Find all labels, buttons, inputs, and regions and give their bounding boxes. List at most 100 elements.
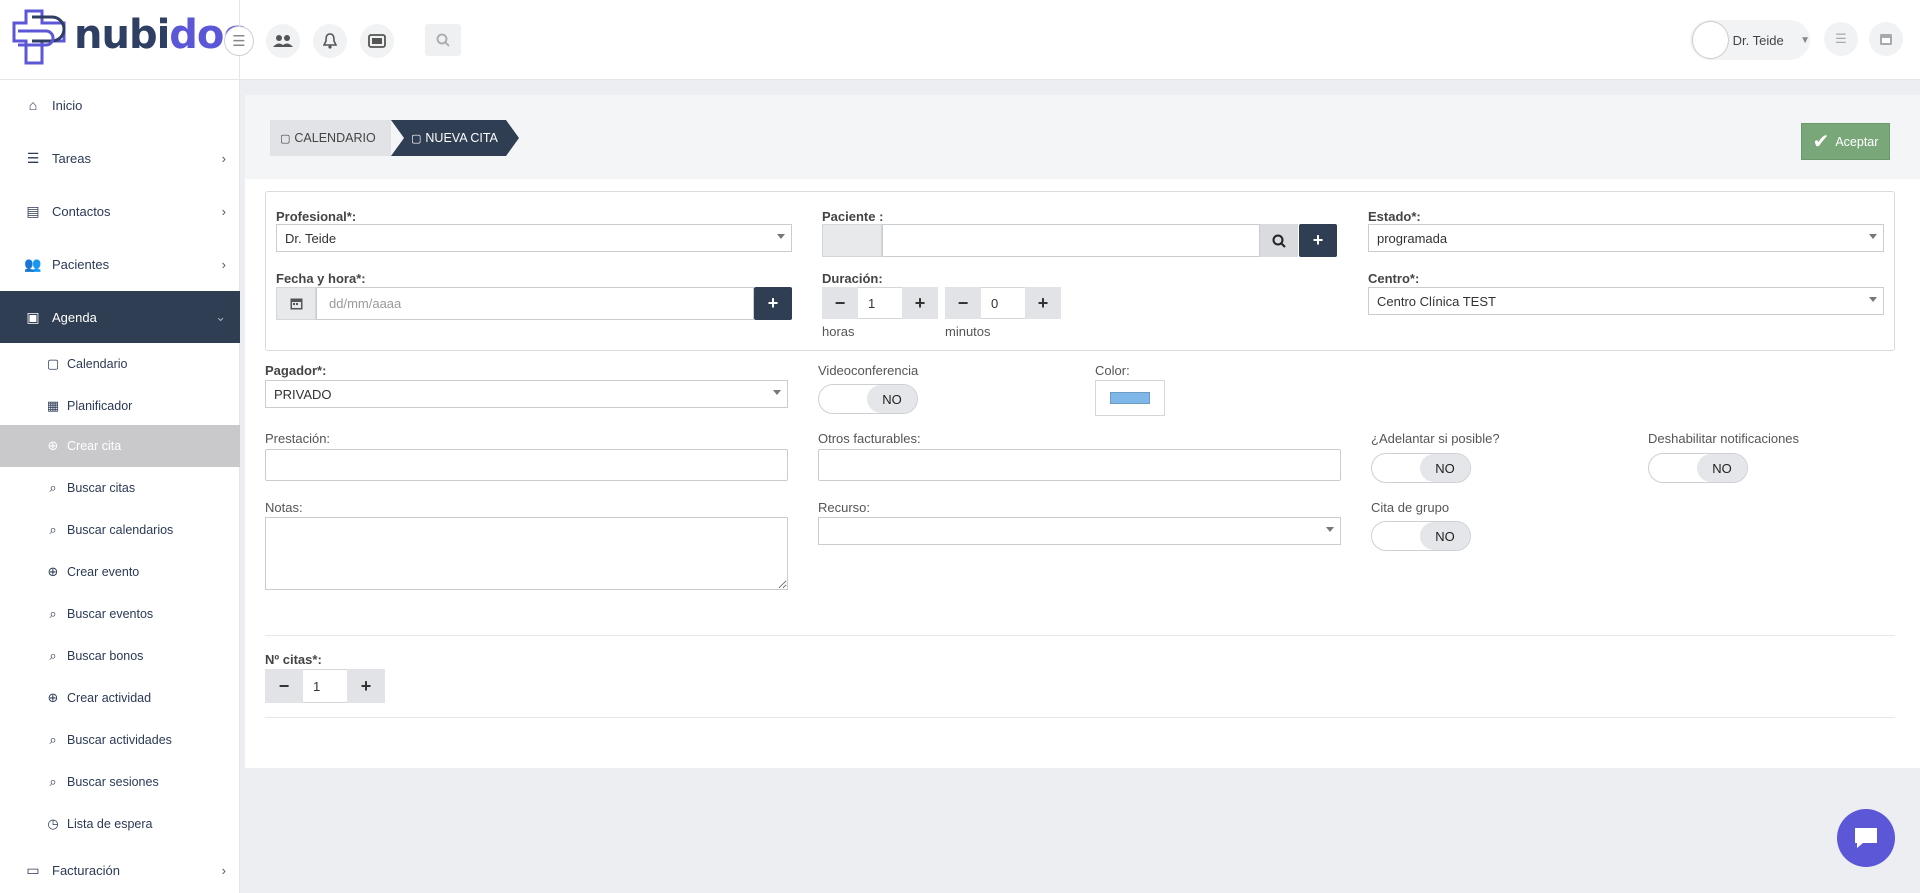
sidebar-subitem-buscar-calendarios[interactable]: ⌕ Buscar calendarios	[0, 509, 240, 551]
minus-icon: −	[834, 292, 846, 313]
pagador-label: Pagador*:	[265, 363, 327, 378]
home-icon: ⌂	[28, 97, 38, 113]
prestacion-input[interactable]	[265, 449, 788, 481]
recurso-select[interactable]	[818, 517, 1341, 545]
calendar-icon: ▢	[280, 132, 291, 145]
users-button[interactable]	[266, 24, 300, 58]
ncitas-decrement-button[interactable]: −	[265, 669, 303, 703]
sidebar-subitem-crear-evento[interactable]: ⊕ Crear evento	[0, 551, 240, 593]
minutos-input[interactable]: 0	[981, 287, 1025, 319]
user-name: Dr. Teide	[1732, 32, 1784, 48]
sidebar-item-pacientes[interactable]: 👥 Pacientes ›	[0, 239, 240, 289]
horas-increment-button[interactable]: +	[902, 287, 938, 319]
horas-label: horas	[822, 324, 855, 339]
pagador-select[interactable]: PRIVADO	[265, 380, 788, 408]
fecha-add-button[interactable]: +	[754, 287, 792, 320]
sidebar-item-inicio[interactable]: ⌂ Inicio	[0, 80, 240, 130]
sidebar-item-contactos[interactable]: ▤ Contactos ›	[0, 186, 240, 236]
search-icon: ⌕	[49, 522, 57, 537]
fecha-input[interactable]: dd/mm/aaaa	[316, 287, 754, 320]
chat-button[interactable]	[1837, 809, 1895, 867]
cita-grupo-toggle[interactable]: NO	[1371, 521, 1471, 551]
divider	[265, 635, 1895, 636]
main-fields-box: Profesional*: Dr. Teide Paciente : + Est…	[265, 191, 1895, 351]
minutos-increment-button[interactable]: +	[1025, 287, 1061, 319]
bell-icon	[323, 33, 337, 49]
color-picker[interactable]	[1095, 380, 1165, 416]
profesional-select[interactable]: Dr. Teide	[276, 224, 792, 252]
horas-decrement-button[interactable]: −	[822, 287, 858, 319]
search-icon: ⌕	[49, 606, 57, 621]
paciente-search-button[interactable]	[1260, 224, 1298, 257]
sidebar-subitem-buscar-actividades[interactable]: ⌕ Buscar actividades	[0, 719, 240, 761]
cita-grupo-label: Cita de grupo	[1371, 500, 1450, 515]
estado-select[interactable]: programada	[1368, 224, 1884, 252]
logo[interactable]: nubidoc	[12, 9, 247, 65]
sidebar-subitem-buscar-sesiones[interactable]: ⌕ Buscar sesiones	[0, 761, 240, 803]
sidebar-subitem-buscar-citas[interactable]: ⌕ Buscar citas	[0, 467, 240, 509]
users-icon: 👥	[24, 255, 42, 272]
adelantar-toggle[interactable]: NO	[1371, 453, 1471, 483]
profesional-value: Dr. Teide	[285, 230, 337, 246]
sidebar-subitem-buscar-bonos[interactable]: ⌕ Buscar bonos	[0, 635, 240, 677]
sidebar-subitem-lista-espera[interactable]: ◷ Lista de espera	[0, 803, 240, 845]
fecha-calendar-button[interactable]	[276, 287, 316, 320]
plus-icon: +	[767, 293, 779, 313]
menu-toggle-button[interactable]: ☰	[224, 26, 254, 56]
user-menu[interactable]: Dr. Teide ▼	[1690, 20, 1810, 60]
sidebar-item-label: Buscar actividades	[67, 733, 172, 747]
ncitas-increment-button[interactable]: +	[347, 669, 385, 703]
videoconferencia-toggle[interactable]: NO	[818, 384, 918, 414]
chevron-right-icon: ›	[221, 203, 226, 219]
chevron-right-icon: ›	[221, 150, 226, 166]
notifications-button[interactable]	[313, 24, 347, 58]
deshabilitar-notificaciones-toggle[interactable]: NO	[1648, 453, 1748, 483]
plus-icon: +	[1312, 230, 1324, 250]
sidebar-item-label: Tareas	[52, 150, 92, 166]
plus-circle-icon: ⊕	[47, 690, 59, 705]
fecha-label: Fecha y hora*:	[276, 271, 366, 286]
list-icon: ☰	[26, 149, 40, 166]
duracion-label: Duración:	[822, 271, 883, 286]
clock-icon: ◷	[47, 816, 59, 831]
videoconferencia-label: Videoconferencia	[818, 363, 919, 378]
search-icon: ⌕	[49, 648, 57, 663]
toggle-knob: NO	[1697, 454, 1747, 482]
list-icon: ☰	[1835, 31, 1847, 46]
otros-facturables-input[interactable]	[818, 449, 1341, 481]
sidebar-subitem-planificador[interactable]: ▦ Planificador	[0, 385, 240, 427]
minutos-decrement-button[interactable]: −	[945, 287, 981, 319]
tickets-button[interactable]	[360, 24, 394, 58]
paciente-add-button[interactable]: +	[1299, 224, 1337, 257]
sidebar-subitem-crear-actividad[interactable]: ⊕ Crear actividad	[0, 677, 240, 719]
main-panel: ▢ CALENDARIO ▢ NUEVA CITA ✔ Aceptar Profesi…	[245, 95, 1920, 768]
notas-textarea[interactable]	[265, 517, 788, 590]
sidebar-subitem-crear-cita[interactable]: ⊕ Crear cita	[0, 425, 240, 467]
horas-input[interactable]: 1	[858, 287, 902, 319]
logo-text: nubidoc	[74, 12, 247, 58]
search-icon	[436, 33, 450, 47]
sidebar-subitem-calendario[interactable]: ▢ Calendario	[0, 343, 240, 385]
centro-select[interactable]: Centro Clínica TEST	[1368, 287, 1884, 315]
check-icon: ✔	[1812, 131, 1830, 153]
sidebar-item-label: Planificador	[67, 399, 133, 413]
menu-button[interactable]: ☰	[1824, 22, 1858, 56]
breadcrumb-calendario[interactable]: ▢ CALENDARIO	[270, 120, 405, 156]
sidebar-item-label: Calendario	[67, 357, 128, 371]
chevron-down-icon	[773, 390, 781, 395]
logo-cross-icon	[12, 9, 66, 65]
calendar-icon: ▢	[46, 356, 60, 371]
sidebar-item-agenda[interactable]: ▣ Agenda ⌄	[0, 291, 240, 343]
calendar-button[interactable]	[1869, 22, 1903, 56]
sidebar-subitem-buscar-eventos[interactable]: ⌕ Buscar eventos	[0, 593, 240, 635]
sidebar-item-facturacion[interactable]: ▭ Facturación ›	[0, 847, 240, 893]
sidebar-item-label: Buscar sesiones	[67, 775, 159, 789]
sidebar-item-tareas[interactable]: ☰ Tareas ›	[0, 133, 240, 183]
calendar-icon	[290, 298, 302, 310]
otros-facturables-label: Otros facturables:	[818, 431, 921, 446]
ticket-icon	[368, 34, 386, 48]
ncitas-input[interactable]: 1	[303, 669, 347, 703]
paciente-input[interactable]	[882, 224, 1260, 257]
search-button[interactable]	[425, 24, 461, 56]
accept-button[interactable]: ✔ Aceptar	[1801, 123, 1890, 160]
